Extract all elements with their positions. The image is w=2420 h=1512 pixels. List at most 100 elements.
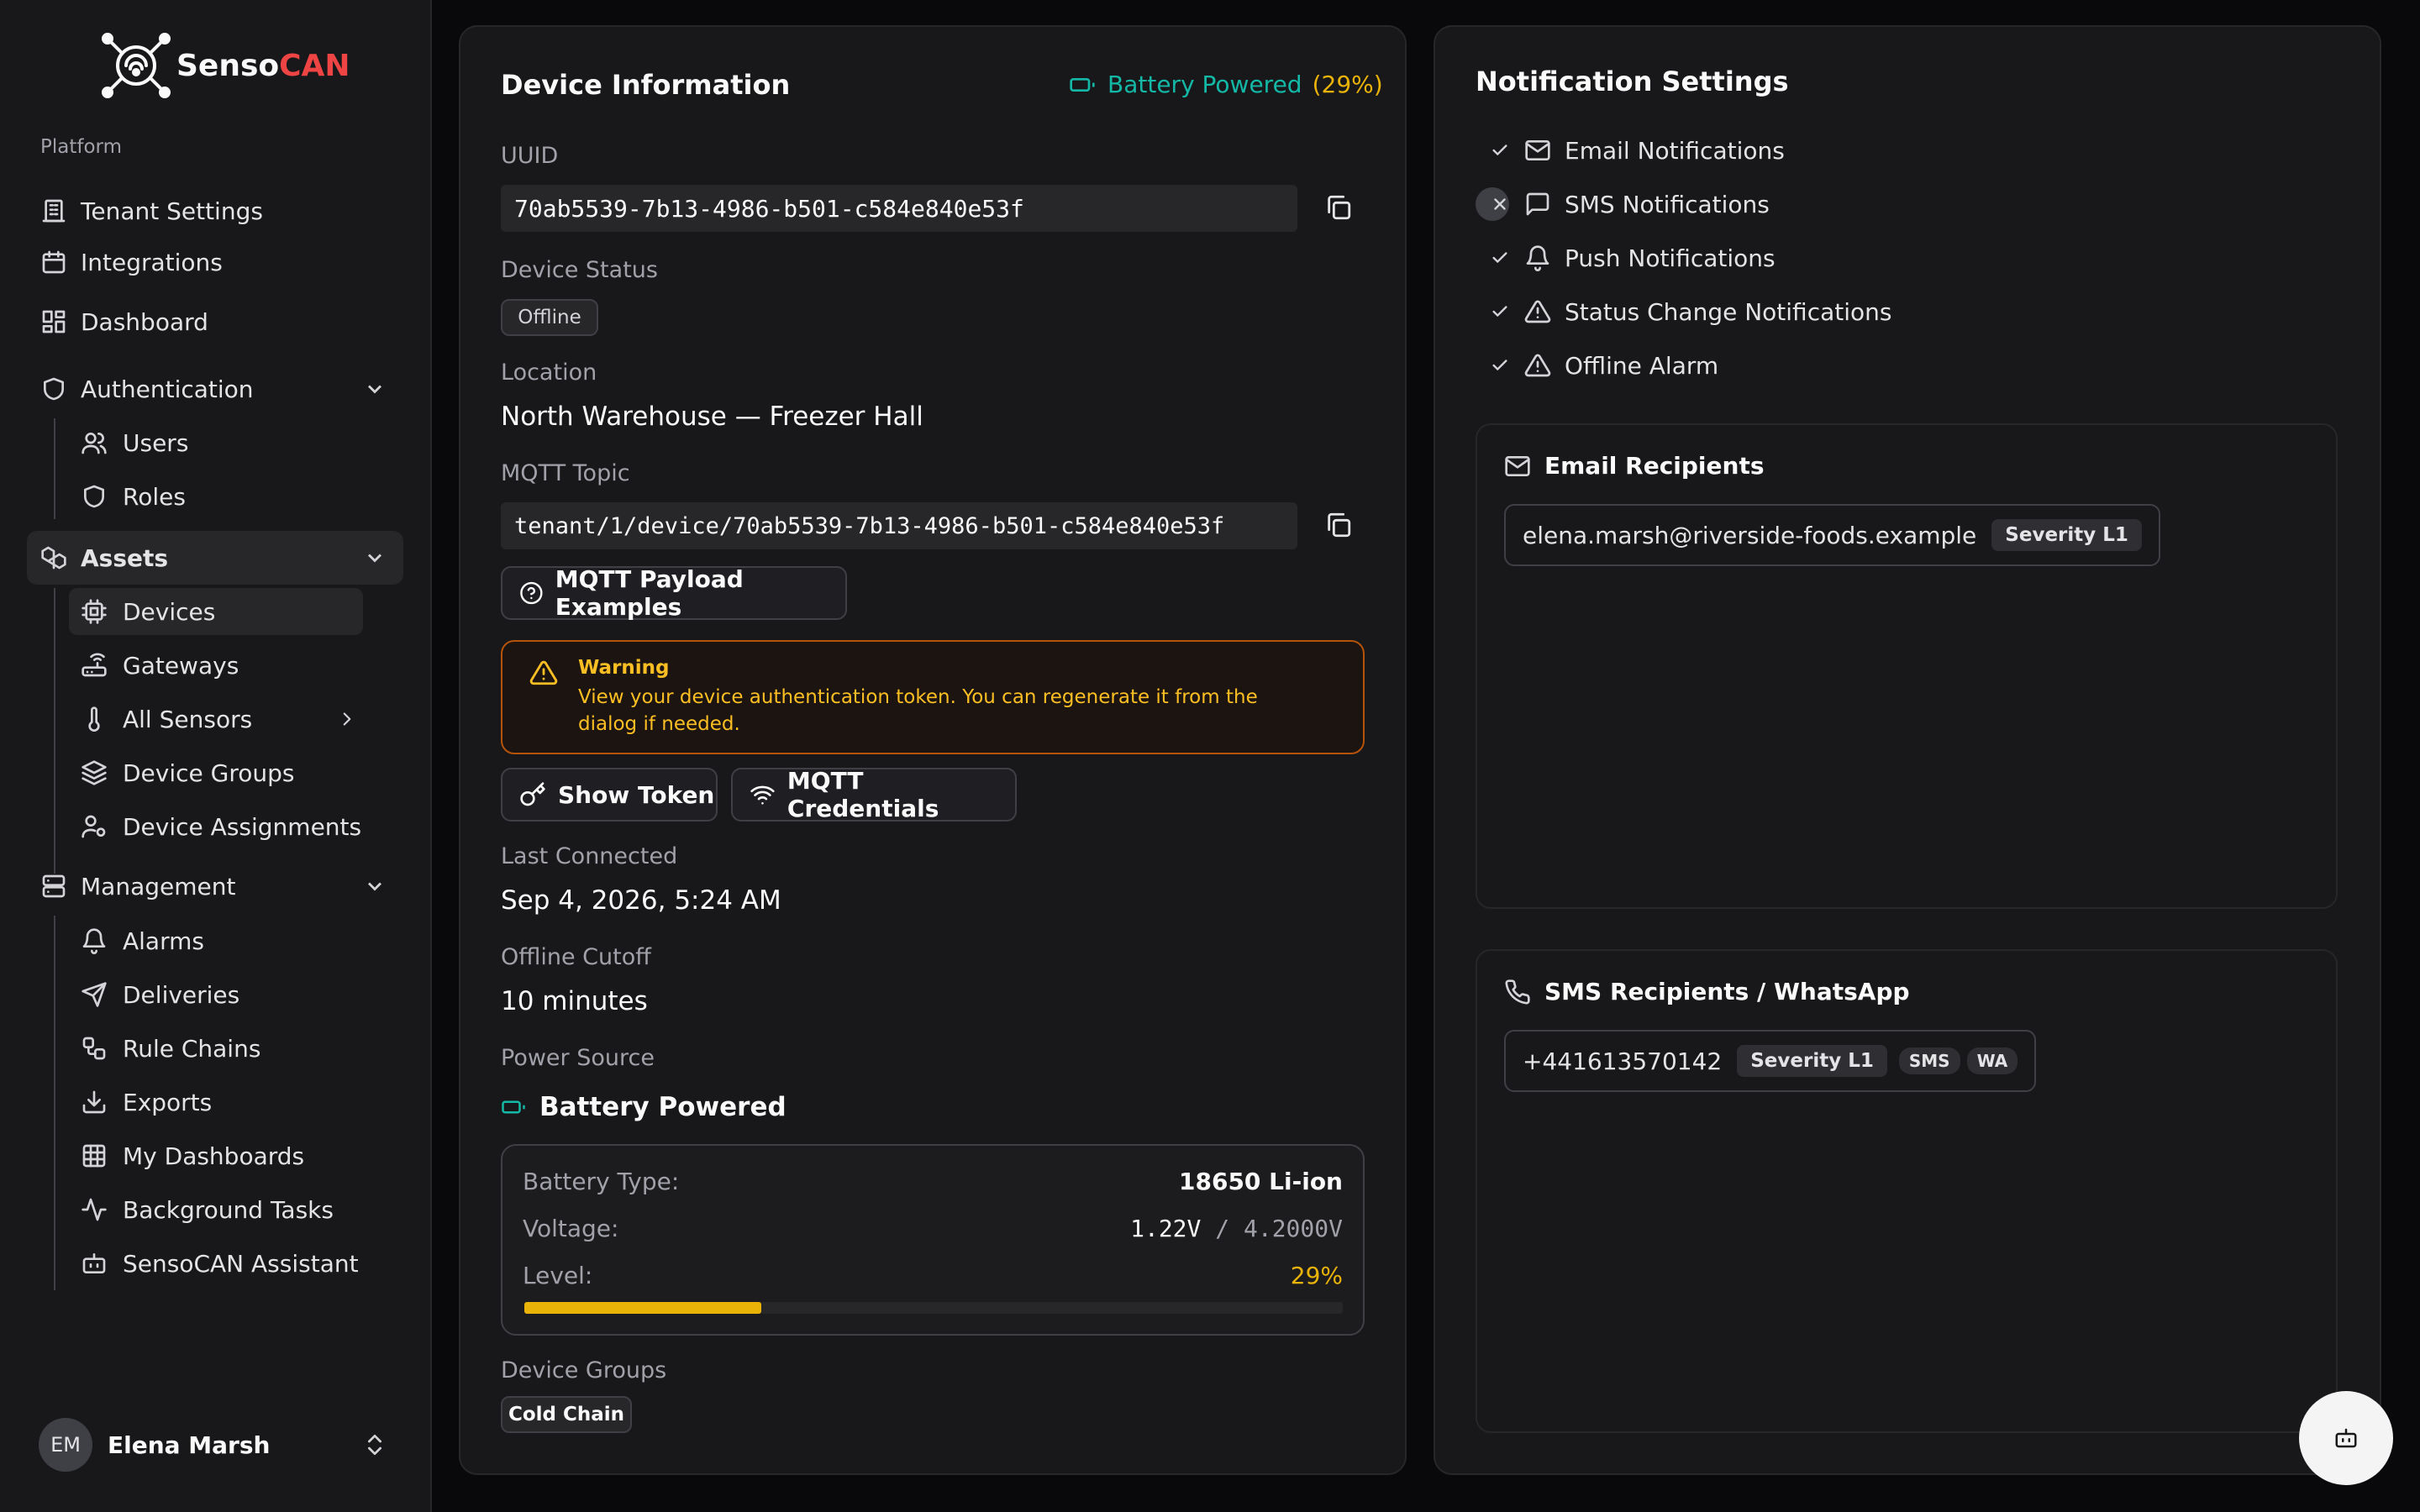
show-token-button[interactable]: Show Token [501, 768, 718, 822]
check-icon[interactable] [1476, 349, 1509, 382]
sidebar-item-background-tasks[interactable]: Background Tasks [0, 1185, 432, 1234]
notification-label: Email Notifications [1565, 136, 1785, 165]
sidebar-item-label: All Sensors [123, 705, 253, 733]
dashboard-grid-icon [42, 310, 66, 333]
device-group-badge[interactable]: Cold Chain [501, 1396, 632, 1433]
check-icon[interactable] [1476, 134, 1509, 167]
sidebar-item-label: Background Tasks [123, 1195, 334, 1224]
button-label: MQTT Payload Examples [555, 565, 744, 621]
notification-toggle-row[interactable]: Offline Alarm [1476, 344, 1718, 386]
sidebar-item-device-groups[interactable]: Device Groups [0, 748, 432, 797]
sidebar-item-tenant-settings[interactable]: Tenant Settings [0, 186, 432, 235]
sidebar-item-label: Gateways [123, 651, 239, 680]
sidebar-item-deliveries[interactable]: Deliveries [0, 970, 432, 1019]
sidebar: SensoCAN Platform Tenant Settings Integr… [0, 0, 432, 1512]
mqtt-credentials-button[interactable]: MQTT Credentials [731, 767, 1017, 822]
battery-icon [502, 1100, 525, 1114]
x-icon[interactable] [1476, 187, 1509, 221]
voltage-separator: / [1215, 1215, 1230, 1242]
calendar-icon [42, 250, 66, 274]
battery-type-value: 18650 Li-ion [1179, 1168, 1343, 1195]
notification-label: SMS Notifications [1565, 190, 1770, 218]
message-icon [1526, 192, 1549, 216]
notification-toggle-row[interactable]: Push Notifications [1476, 237, 1776, 279]
sms-recipient-chip[interactable]: +441613570142 Severity L1 SMS WA [1504, 1030, 2037, 1092]
sidebar-item-integrations[interactable]: Integrations [0, 238, 432, 286]
last-connected-label: Last Connected [501, 843, 678, 869]
sidebar-item-roles[interactable]: Roles [0, 472, 432, 521]
assistant-fab-button[interactable] [2299, 1391, 2393, 1485]
button-label: Show Token [558, 780, 715, 809]
mqtt-topic-value: tenant/1/device/70ab5539-7b13-4986-b501-… [501, 502, 1297, 549]
notification-label: Push Notifications [1565, 244, 1776, 272]
copy-icon[interactable] [1324, 193, 1353, 222]
sidebar-item-assistant[interactable]: SensoCAN Assistant [0, 1239, 432, 1288]
warning-message: View your device authentication token. Y… [578, 686, 1258, 735]
sidebar-item-dashboard[interactable]: Dashboard [0, 297, 432, 346]
mqtt-payload-examples-button[interactable]: MQTT Payload Examples [501, 565, 847, 621]
bot-icon [2335, 1428, 2357, 1448]
sidebar-item-device-assignments[interactable]: Device Assignments [0, 802, 432, 851]
severity-badge: Severity L1 [1737, 1045, 1887, 1077]
sidebar-item-my-dashboards[interactable]: My Dashboards [0, 1131, 432, 1180]
router-icon [82, 653, 107, 677]
sidebar-item-label: Deliveries [123, 980, 240, 1009]
sidebar-item-devices[interactable]: Devices [0, 587, 432, 636]
email-recipients-panel: Email Recipients elena.marsh@riverside-f… [1476, 423, 2338, 909]
notification-toggle-row[interactable]: SMS Notifications [1476, 183, 1770, 225]
sidebar-item-label: My Dashboards [123, 1142, 305, 1170]
sidebar-item-label: Authentication [81, 375, 254, 403]
sidebar-item-exports[interactable]: Exports [0, 1078, 432, 1126]
thermometer-icon [88, 706, 100, 732]
sidebar-item-authentication[interactable]: Authentication [0, 365, 432, 413]
check-icon[interactable] [1476, 241, 1509, 275]
chevron-down-icon [368, 882, 381, 891]
sidebar-item-label: Device Groups [123, 759, 295, 787]
power-status-header: Battery Powered (29%) [1069, 71, 1383, 98]
location-label: Location [501, 360, 597, 386]
level-label: Level: [523, 1262, 593, 1289]
mail-icon [1505, 455, 1530, 476]
shield-icon [44, 377, 64, 401]
uuid-label: UUID [501, 143, 559, 169]
device-status-label: Device Status [501, 257, 658, 283]
server-icon [42, 874, 66, 898]
notification-toggle-row[interactable]: Email Notifications [1476, 129, 1785, 171]
sidebar-item-label: SensoCAN Assistant [123, 1249, 359, 1278]
voltage-row: Voltage: 1.22V / 4.2000V [523, 1215, 1343, 1242]
bell-icon [82, 928, 106, 954]
sidebar-item-users[interactable]: Users [0, 418, 432, 467]
check-icon[interactable] [1476, 295, 1509, 328]
sidebar-item-label: Tenant Settings [81, 197, 263, 225]
sensocan-logo-icon [102, 33, 171, 98]
download-icon [82, 1090, 106, 1114]
sidebar-item-management[interactable]: Management [0, 862, 432, 911]
mail-icon [1525, 140, 1550, 160]
voltage-value: 1.22V / 4.2000V [1130, 1215, 1343, 1242]
whatsapp-tag: WA [1966, 1047, 2018, 1074]
last-connected-value: Sep 4, 2026, 5:24 AM [501, 885, 781, 916]
email-recipient-chip[interactable]: elena.marsh@riverside-foods.example Seve… [1504, 504, 2160, 566]
sidebar-item-label: Devices [123, 597, 216, 626]
alert-triangle-icon [529, 660, 558, 685]
sidebar-item-gateways[interactable]: Gateways [0, 641, 432, 690]
workflow-icon [82, 1037, 106, 1060]
notification-label: Status Change Notifications [1565, 297, 1892, 326]
sidebar-item-alarms[interactable]: Alarms [0, 916, 432, 965]
user-menu[interactable]: EM Elena Marsh [39, 1418, 270, 1472]
brand-logo[interactable]: SensoCAN [101, 32, 350, 99]
shield-icon [84, 485, 104, 508]
sidebar-item-rule-chains[interactable]: Rule Chains [0, 1024, 432, 1073]
offline-cutoff-label: Offline Cutoff [501, 944, 651, 970]
power-header-percent: (29%) [1312, 71, 1383, 98]
email-recipients-title: Email Recipients [1544, 452, 1765, 480]
notification-toggle-row[interactable]: Status Change Notifications [1476, 291, 1891, 333]
sidebar-item-assets[interactable]: Assets [0, 533, 432, 583]
battery-details: Battery Type: 18650 Li-ion Voltage: 1.22V… [501, 1144, 1365, 1336]
layers-icon [82, 760, 107, 785]
sidebar-item-label: Management [81, 872, 236, 900]
chevrons-up-down-icon[interactable] [361, 1431, 388, 1458]
bell-icon [1526, 245, 1549, 271]
copy-icon[interactable] [1324, 511, 1353, 539]
sidebar-item-all-sensors[interactable]: All Sensors [0, 695, 432, 743]
